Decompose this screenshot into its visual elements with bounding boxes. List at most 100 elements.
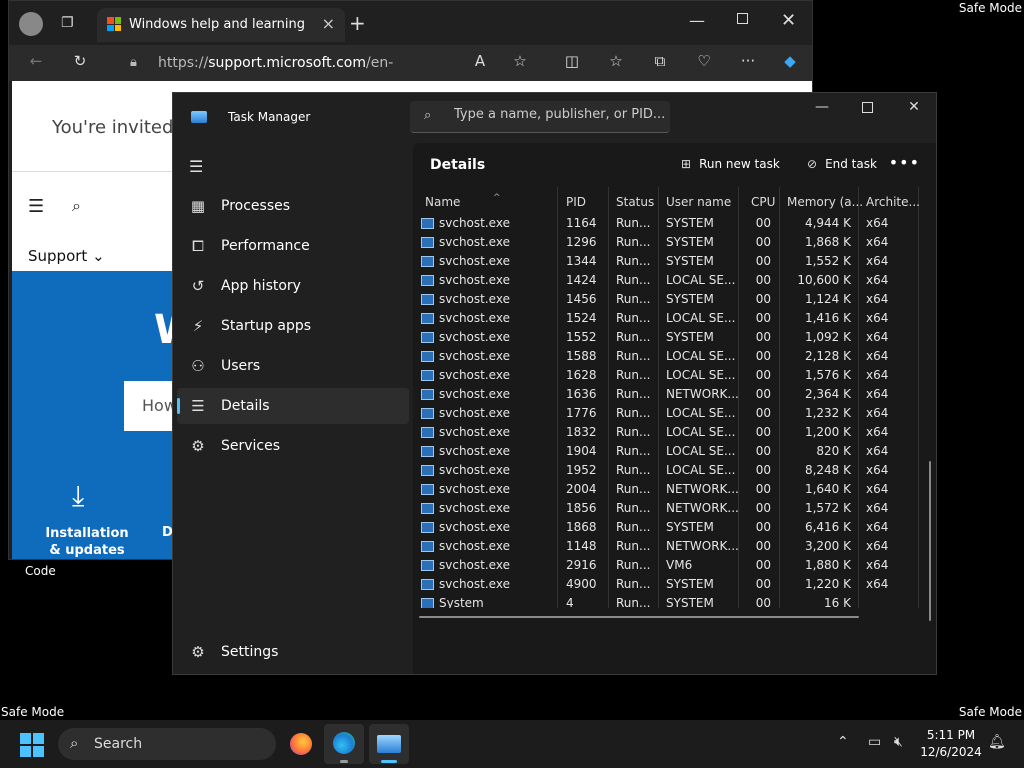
table-row[interactable]: svchost.exe 2916 Run... VM6 00 1,880 K x64	[415, 556, 919, 575]
cell-user: SYSTEM	[666, 330, 714, 344]
chevron-up-icon[interactable]: ⌃	[837, 734, 849, 750]
nav-item-app-history[interactable]: ↺ App history	[177, 268, 409, 304]
refresh-icon[interactable]: ↻	[69, 52, 91, 70]
column-header-name[interactable]: Name ^	[425, 193, 501, 209]
cell-user: SYSTEM	[666, 292, 714, 306]
column-header-cpu[interactable]: CPU	[751, 195, 775, 209]
cell-cpu: 00	[755, 368, 771, 382]
more-options-icon[interactable]: •••	[889, 153, 920, 172]
cell-status: Run...	[616, 311, 651, 325]
vertical-scrollbar[interactable]	[929, 461, 931, 621]
table-row[interactable]: svchost.exe 1856 Run... NETWORK... 00 1,572 K…	[415, 499, 919, 518]
favorites-icon[interactable]: ☆	[605, 52, 627, 70]
table-row[interactable]: svchost.exe 1424 Run... LOCAL SE... 00 10,600…	[415, 271, 919, 290]
table-row[interactable]: svchost.exe 2004 Run... NETWORK... 00 1,640 K…	[415, 480, 919, 499]
new-tab-icon[interactable]: +	[349, 11, 366, 35]
cell-status: Run...	[616, 235, 651, 249]
desktop-icon-label[interactable]: Code	[25, 564, 56, 578]
split-screen-icon[interactable]: ◫	[561, 52, 583, 70]
column-header-pid[interactable]: PID	[566, 195, 586, 209]
copilot-icon[interactable]: ◆	[779, 52, 801, 70]
table-row[interactable]: svchost.exe 1832 Run... LOCAL SE... 00 1,200 …	[415, 423, 919, 442]
favorite-star-icon[interactable]: ☆	[509, 52, 531, 70]
run-new-task-button[interactable]: ⊞ Run new task	[681, 157, 780, 171]
cell-memory: 1,092 K	[804, 330, 851, 344]
nav-toggle-icon[interactable]: ☰	[189, 157, 203, 176]
firefox-icon[interactable]	[281, 724, 321, 764]
more-options-icon[interactable]: ···	[737, 52, 759, 70]
table-row[interactable]: svchost.exe 4900 Run... SYSTEM 00 1,220 K x64	[415, 575, 919, 594]
end-task-button[interactable]: ⊘ End task	[807, 157, 877, 171]
column-header-architecture[interactable]: Archite...	[866, 195, 919, 209]
maximize-icon[interactable]	[862, 102, 873, 113]
table-row[interactable]: svchost.exe 1456 Run... SYSTEM 00 1,124 K x64	[415, 290, 919, 309]
installation-updates-tile[interactable]: ⤓ Installation & updates D	[12, 471, 173, 559]
cell-status: Run...	[616, 425, 651, 439]
close-tab-icon[interactable]: ×	[322, 14, 335, 33]
address-bar[interactable]: 🔒︎ https://support.microsoft.com/en-us/w…	[114, 48, 454, 101]
table-row[interactable]: svchost.exe 1552 Run... SYSTEM 00 1,092 K x64	[415, 328, 919, 347]
table-row[interactable]: svchost.exe 1164 Run... SYSTEM 00 4,944 K x64	[415, 214, 919, 233]
close-window-icon[interactable]: ✕	[899, 99, 929, 115]
cell-pid: 1868	[566, 520, 597, 534]
run-task-icon: ⊞	[681, 157, 692, 171]
process-search-box[interactable]: ⌕	[410, 101, 670, 133]
search-input[interactable]	[454, 107, 664, 122]
column-header-user-name[interactable]: User name	[666, 195, 731, 209]
browser-essentials-icon[interactable]: ♡	[693, 52, 715, 70]
nav-item-users[interactable]: ⚇ Users	[177, 348, 409, 384]
start-button-icon[interactable]	[20, 733, 44, 757]
notifications-bell-icon[interactable]: 🔔︎	[988, 734, 1006, 750]
nav-item-settings[interactable]: ⚙︎ Settings	[177, 634, 409, 670]
nav-item-services[interactable]: ⚙︎ Services	[177, 428, 409, 464]
cell-memory: 2,128 K	[804, 349, 851, 363]
maximize-icon[interactable]	[737, 13, 748, 24]
collections-icon[interactable]: ⧉	[649, 52, 671, 70]
read-aloud-icon[interactable]: A	[469, 52, 491, 70]
table-row[interactable]: svchost.exe 1588 Run... LOCAL SE... 00 2,128 …	[415, 347, 919, 366]
support-menu[interactable]: Support ⌄	[28, 247, 105, 265]
tab-windows-help[interactable]: Windows help and learning ×	[97, 8, 345, 42]
taskbar-search[interactable]: ⌕ Search	[58, 728, 276, 760]
column-header-memory[interactable]: Memory (a...	[787, 195, 863, 209]
cell-status: Run...	[616, 520, 651, 534]
nav-item-details[interactable]: ☰ Details	[177, 388, 409, 424]
table-row[interactable]: svchost.exe 1776 Run... LOCAL SE... 00 1,232 …	[415, 404, 919, 423]
volume-muted-icon[interactable]: 🔇︎	[894, 734, 903, 750]
horizontal-scrollbar[interactable]	[419, 616, 859, 618]
system-clock[interactable]: 5:11 PM 12/6/2024	[918, 727, 984, 761]
nav-item-performance[interactable]: ⧠ Performance	[177, 228, 409, 264]
back-icon[interactable]: ←	[25, 52, 47, 70]
minimize-icon[interactable]: —	[689, 11, 705, 30]
table-row[interactable]: svchost.exe 1868 Run... SYSTEM 00 6,416 K x64	[415, 518, 919, 537]
cell-pid: 1832	[566, 425, 597, 439]
cell-cpu: 00	[755, 444, 771, 458]
cell-memory: 10,600 K	[797, 273, 851, 287]
nav-item-processes[interactable]: ▦ Processes	[177, 188, 409, 224]
table-row[interactable]: svchost.exe 1636 Run... NETWORK... 00 2,364 K…	[415, 385, 919, 404]
table-row[interactable]: svchost.exe 1952 Run... LOCAL SE... 00 8,248 …	[415, 461, 919, 480]
close-window-icon[interactable]: ✕	[781, 10, 796, 31]
table-row[interactable]: svchost.exe 1628 Run... LOCAL SE... 00 1,576 …	[415, 366, 919, 385]
table-row[interactable]: svchost.exe 1148 Run... NETWORK... 00 3,200 K…	[415, 537, 919, 556]
nav-item-startup-apps[interactable]: ⚡︎ Startup apps	[177, 308, 409, 344]
table-row[interactable]: svchost.exe 1296 Run... SYSTEM 00 1,868 K x64	[415, 233, 919, 252]
table-row[interactable]: svchost.exe 1524 Run... LOCAL SE... 00 1,416 …	[415, 309, 919, 328]
network-icon[interactable]: ▭	[868, 734, 881, 750]
minimize-icon[interactable]: —	[807, 99, 837, 115]
cell-name: svchost.exe	[439, 216, 510, 230]
cell-status: Run...	[616, 330, 651, 344]
cell-memory: 1,552 K	[804, 254, 851, 268]
profile-avatar[interactable]	[19, 12, 43, 36]
table-row[interactable]: System 4 Run... SYSTEM 00 16 K	[415, 594, 919, 608]
table-row[interactable]: svchost.exe 1344 Run... SYSTEM 00 1,552 K x64	[415, 252, 919, 271]
column-header-status[interactable]: Status	[616, 195, 654, 209]
hamburger-menu-icon[interactable]: ☰	[28, 196, 44, 217]
cell-arch: x64	[866, 311, 889, 325]
table-row[interactable]: svchost.exe 1904 Run... LOCAL SE... 00 820 K x…	[415, 442, 919, 461]
tab-actions-icon[interactable]: ❐	[61, 15, 74, 31]
edge-icon[interactable]	[324, 724, 364, 764]
cell-cpu: 00	[755, 406, 771, 420]
task-manager-taskbar-icon[interactable]	[369, 724, 409, 764]
site-search-icon[interactable]: ⌕	[72, 196, 81, 216]
